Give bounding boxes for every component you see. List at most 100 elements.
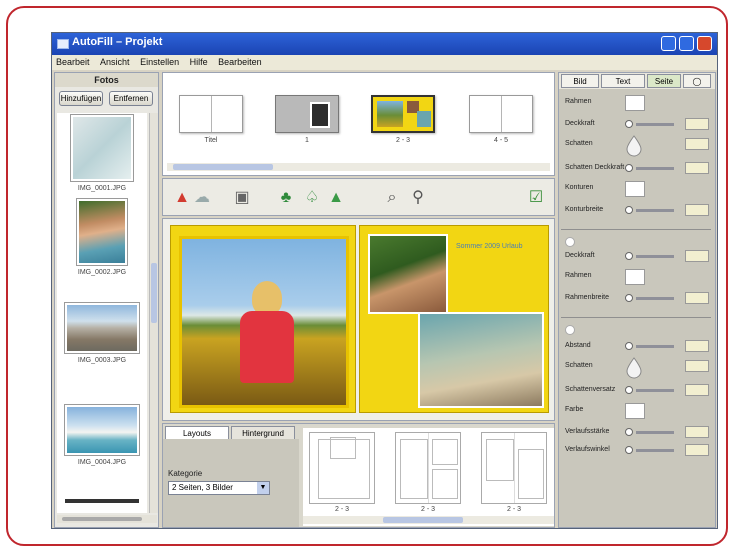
spread-thumbnail-selected[interactable] [371, 95, 435, 133]
remove-photos-button[interactable]: Entfernen [109, 91, 153, 106]
zoom-in-icon[interactable]: ⌕ [381, 187, 403, 209]
property-label: Farbe [565, 406, 584, 413]
menu-item[interactable]: Hilfe [186, 55, 212, 67]
spread-thumbnail[interactable] [275, 95, 339, 133]
right-page[interactable]: Sommer 2009 Urlaub [359, 225, 549, 413]
shadow-offset-value[interactable] [685, 384, 709, 396]
photo-size-slider[interactable] [57, 515, 157, 523]
text-frame-width-slider[interactable] [625, 294, 681, 303]
property-label: Abstand [565, 342, 591, 349]
shadow-opacity-slider[interactable] [625, 164, 681, 173]
menu-item[interactable]: Einstellen [136, 55, 183, 67]
spread-thumbnail[interactable] [179, 95, 243, 133]
add-photos-button[interactable]: Hinzufügen [59, 91, 103, 106]
shadow-drop-icon[interactable] [625, 135, 643, 157]
page-section: Abstand Schatten Schattenversatz Farbe V… [563, 339, 711, 489]
layout-thumbnail[interactable] [309, 432, 375, 504]
opacity-slider[interactable] [625, 120, 681, 129]
delete-icon[interactable]: ▲ [171, 187, 193, 209]
properties-panel: Bild Text Seite ◯ Rahmen Deckkraft Schat… [558, 72, 716, 528]
page-shadow-drop-icon[interactable] [625, 357, 643, 379]
category-label: Kategorie [168, 469, 203, 478]
menu-item[interactable]: Bearbeiten [214, 55, 266, 67]
tree-icon[interactable]: ♣ [275, 187, 297, 209]
tab-image[interactable]: Bild [561, 74, 599, 88]
text-frame-swatch[interactable] [625, 269, 645, 285]
gradient-angle-slider[interactable] [625, 446, 681, 455]
text-opacity-value[interactable] [685, 250, 709, 262]
spacing-value[interactable] [685, 340, 709, 352]
photo-thumbnail[interactable] [71, 115, 133, 181]
portrait-photo[interactable] [368, 234, 448, 314]
text-frame-width-value[interactable] [685, 292, 709, 304]
maximize-button[interactable] [679, 36, 694, 51]
spacing-slider[interactable] [625, 342, 681, 351]
shadow-opacity-value[interactable] [685, 162, 709, 174]
tree-arrow-icon[interactable]: ♤ [301, 187, 323, 209]
contour-width-value[interactable] [685, 204, 709, 216]
image-section: Rahmen Deckkraft Schatten Schatten Deckk… [563, 95, 711, 245]
page-canvas: Sommer 2009 Urlaub [162, 218, 555, 421]
gradient-strength-slider[interactable] [625, 428, 681, 437]
property-label: Schatten [565, 362, 593, 369]
menu-item[interactable]: Ansicht [96, 55, 134, 67]
photo-caption: IMG_0001.JPG [77, 185, 127, 192]
layout-panel: Layouts Hintergrund Kategorie 2 Seiten, … [162, 423, 555, 528]
contour-width-slider[interactable] [625, 206, 681, 215]
shadow-offset-slider[interactable] [625, 386, 681, 395]
page-shadow-value[interactable] [685, 360, 709, 372]
spread-thumbnail[interactable] [469, 95, 533, 133]
text-opacity-slider[interactable] [625, 252, 681, 261]
property-label: Rahmen [565, 98, 592, 105]
cart-icon[interactable]: ☑ [525, 187, 547, 209]
sunflower-photo[interactable] [179, 236, 349, 408]
menu-bar: Bearbeit Ansicht Einstellen Hilfe Bearbe… [52, 55, 717, 70]
gradient-strength-value[interactable] [685, 426, 709, 438]
photo-thumbnail[interactable] [65, 303, 139, 353]
contour-swatch[interactable] [625, 181, 645, 197]
layout-thumbnail[interactable] [481, 432, 547, 504]
left-page[interactable] [170, 225, 356, 413]
property-label: Verlaufsstärke [565, 428, 610, 435]
close-button[interactable] [697, 36, 712, 51]
spread-caption: 1 [305, 137, 309, 144]
spread-strip-scrollbar[interactable] [167, 163, 550, 171]
page-color-swatch[interactable] [625, 403, 645, 419]
tab-label: Bild [573, 77, 587, 86]
photo-thumbnail-partial [65, 499, 139, 503]
tab-background[interactable]: Hintergrund [231, 426, 295, 439]
layout-options: Kategorie 2 Seiten, 3 Bilder ▼ [163, 439, 299, 527]
landscape-icon[interactable]: ▲ [325, 187, 347, 209]
page-spread-strip: Titel 1 2 - 3 4 - 5 [162, 72, 555, 176]
layout-thumbnail[interactable] [395, 432, 461, 504]
tab-page[interactable]: Seite [647, 74, 681, 88]
copy-icon[interactable]: ☁ [191, 187, 213, 209]
tab-layouts[interactable]: Layouts [165, 426, 229, 439]
layout-caption: 2 - 3 [420, 506, 435, 513]
properties-tabs: Bild Text Seite ◯ [559, 73, 715, 89]
category-select[interactable]: 2 Seiten, 3 Bilder ▼ [168, 481, 270, 495]
category-value: 2 Seiten, 3 Bilder [172, 483, 233, 492]
photo-list-scrollbar[interactable] [149, 113, 158, 513]
tab-label: Text [615, 77, 631, 86]
tab-text[interactable]: Text [601, 74, 645, 88]
zoom-out-icon[interactable]: ⚲ [407, 187, 429, 209]
frame-swatch[interactable] [625, 95, 645, 111]
layout-list-scrollbar[interactable] [303, 516, 554, 524]
pool-photo[interactable] [418, 312, 544, 408]
section-bullet-icon [565, 237, 575, 247]
menu-item[interactable]: Bearbeit [52, 55, 94, 67]
shadow-value[interactable] [685, 138, 709, 150]
image-icon[interactable]: ▣ [231, 187, 253, 209]
opacity-value[interactable] [685, 118, 709, 130]
photo-thumbnail[interactable] [77, 199, 127, 265]
photo-thumbnail[interactable] [65, 405, 139, 455]
tab-extra[interactable]: ◯ [683, 74, 711, 88]
title-bar: AutoFill – Projekt [52, 33, 717, 55]
gradient-angle-value[interactable] [685, 444, 709, 456]
property-label: Deckkraft [565, 120, 595, 127]
chevron-down-icon: ▼ [257, 482, 269, 494]
minimize-button[interactable] [661, 36, 676, 51]
page-caption-text[interactable]: Sommer 2009 Urlaub [456, 242, 544, 251]
property-label: Rahmen [565, 272, 592, 279]
